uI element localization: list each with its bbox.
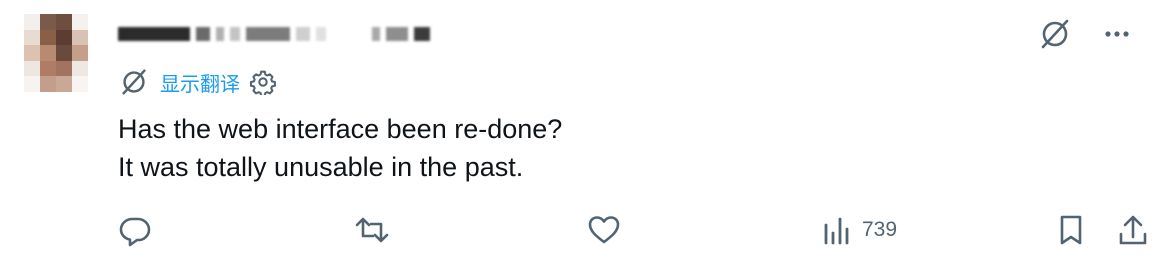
share-icon: [1119, 215, 1147, 245]
redacted-block: [230, 27, 240, 41]
tweet-action-bar: 739: [118, 208, 1147, 252]
share-button[interactable]: [1116, 208, 1150, 252]
tweet-card[interactable]: redacted: [0, 0, 1154, 272]
redacted-block: [216, 27, 224, 41]
redacted-block: [316, 27, 326, 41]
view-count: 739: [862, 218, 898, 241]
bookmark-icon: [1060, 215, 1082, 245]
views-button[interactable]: 739: [820, 208, 897, 252]
redacted-block: [386, 27, 408, 41]
analytics-icon: [824, 217, 849, 245]
like-button[interactable]: [586, 208, 622, 252]
retweet-button[interactable]: [354, 208, 390, 252]
more-button[interactable]: [1102, 19, 1132, 49]
redacted-block: [414, 27, 430, 41]
tweet-text: Has the web interface been re-done? It w…: [118, 110, 562, 186]
author-name[interactable]: redacted: [118, 22, 430, 46]
redacted-block: [246, 27, 290, 41]
bookmark-button[interactable]: [1054, 208, 1088, 252]
reply-button[interactable]: [118, 208, 152, 252]
reply-icon: [119, 217, 151, 247]
avatar[interactable]: [24, 14, 88, 92]
more-icon: [1105, 31, 1129, 37]
grok-button[interactable]: [1038, 17, 1072, 51]
gear-icon: [250, 70, 276, 95]
redacted-block: [296, 27, 310, 41]
slashed-circle-icon: [122, 69, 146, 95]
translate-row: 显示翻译: [118, 64, 276, 100]
tweet-header-actions: [1038, 14, 1132, 54]
translation-settings-button[interactable]: [250, 69, 276, 95]
redacted-block: [372, 27, 380, 41]
tweet-text-line: Has the web interface been re-done?: [118, 114, 563, 144]
retweet-icon: [355, 217, 389, 243]
show-translation-link[interactable]: 显示翻译: [160, 68, 240, 97]
slashed-circle-icon: [1041, 19, 1069, 49]
tweet-text-line: It was totally unusable in the past.: [118, 152, 524, 182]
redacted-block: [196, 27, 210, 41]
heart-icon: [588, 216, 620, 244]
redacted-block: [118, 27, 190, 41]
